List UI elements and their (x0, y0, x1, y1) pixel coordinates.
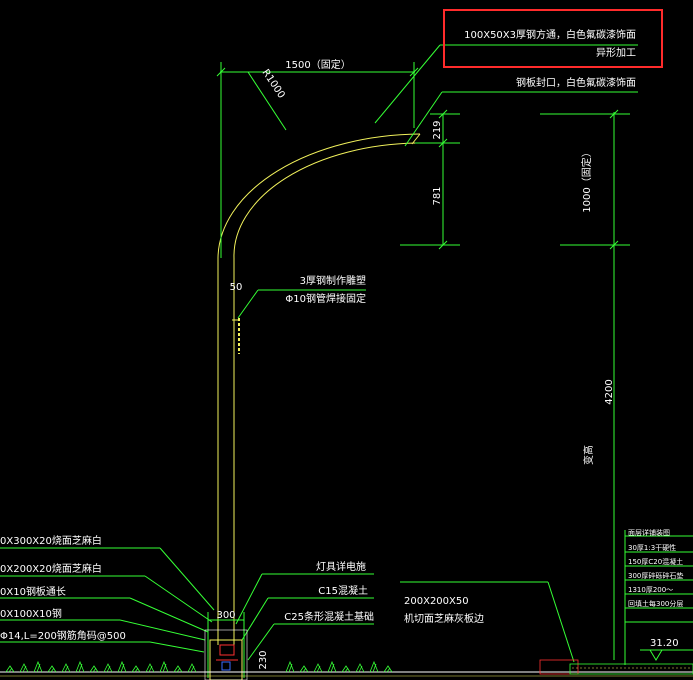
grass-tuft (285, 660, 295, 673)
legend-item-2: 150厚C20混凝土 (628, 557, 683, 566)
cap-annotation: 钢板封口，白色氟碳漆饰面 (516, 76, 636, 89)
base-300-label: 300 (216, 610, 235, 621)
grass-tuft (117, 660, 127, 673)
dim-781: 781 (432, 186, 443, 205)
level-label: 31.20 (650, 638, 679, 649)
curb-desc-label: 机切面芝麻灰板边 (404, 612, 484, 625)
lamp-label: 灯具详电施 (316, 560, 366, 573)
c15-label: C15混凝土 (318, 584, 368, 597)
grass-tuft (327, 660, 337, 673)
dim-219: 219 (432, 120, 443, 139)
ground (0, 659, 693, 677)
grass-tuft (19, 663, 29, 673)
dim-50: 50 (230, 282, 243, 293)
grass-tuft (341, 665, 351, 673)
left-label-2: 0X10钢板通长 (0, 585, 66, 598)
grass-tuft (299, 665, 309, 673)
grass-tuft (145, 663, 155, 673)
total-height-label: 4200 (604, 379, 615, 404)
left-label-0: 0X300X20烧面芝麻白 (0, 534, 102, 547)
grass-tuft (313, 663, 323, 673)
grass-tuft (173, 665, 183, 673)
variable-height-label: 变高 (582, 445, 595, 465)
dimension-lines (0, 44, 693, 678)
left-label-4: Φ14,L=200钢筋角码@500 (0, 629, 126, 642)
legend-item-3: 300厚碎砾碎石垫 (628, 571, 683, 580)
grass-tuft (5, 665, 15, 673)
grass-hatch (5, 660, 393, 673)
lamp-post-section-drawing: 100X50X3厚钢方通，白色氟碳漆饰面 异形加工 钢板封口，白色氟碳漆饰面 1… (0, 9, 693, 680)
grass-tuft (131, 665, 141, 673)
legend-item-0: 面层详铺装图 (628, 528, 670, 537)
title-annotation-line2: 异形加工 (596, 47, 636, 59)
grass-tuft (383, 665, 393, 673)
grass-tuft (75, 660, 85, 673)
grass-tuft (33, 660, 43, 673)
c25-label: C25条形混凝土基础 (284, 610, 374, 623)
legend-item-1: 30厚1:3干硬性 (628, 543, 676, 552)
grass-tuft (159, 660, 169, 673)
curb-size-label: 200X200X50 (404, 596, 469, 607)
width-dimension-label: 1500（固定） (285, 58, 350, 71)
title-annotation-line1: 100X50X3厚钢方通，白色氟碳漆饰面 (464, 28, 636, 41)
annotations: 100X50X3厚钢方通，白色氟碳漆饰面 异形加工 钢板封口，白色氟碳漆饰面 1… (0, 28, 683, 670)
grass-tuft (47, 665, 57, 673)
legend-item-4: 1310厚200～ (628, 586, 673, 594)
grass-tuft (103, 663, 113, 673)
left-label-3: 0X100X10钢 (0, 607, 62, 620)
joint-annotation-line2: Φ10钢管焊接固定 (285, 292, 366, 305)
grass-tuft (187, 663, 197, 673)
grass-tuft (61, 663, 71, 673)
legend-item-5: 回填土每300分层 (628, 599, 683, 608)
joint-annotation-line1: 3厚钢制作雕塑 (300, 274, 366, 287)
grass-tuft (355, 663, 365, 673)
height-fixed-label: 1000（固定） (580, 147, 593, 212)
left-label-1: 0X200X20烧面芝麻白 (0, 562, 102, 575)
grass-tuft (369, 660, 379, 673)
base-230-label: 230 (258, 650, 269, 669)
grass-tuft (89, 665, 99, 673)
